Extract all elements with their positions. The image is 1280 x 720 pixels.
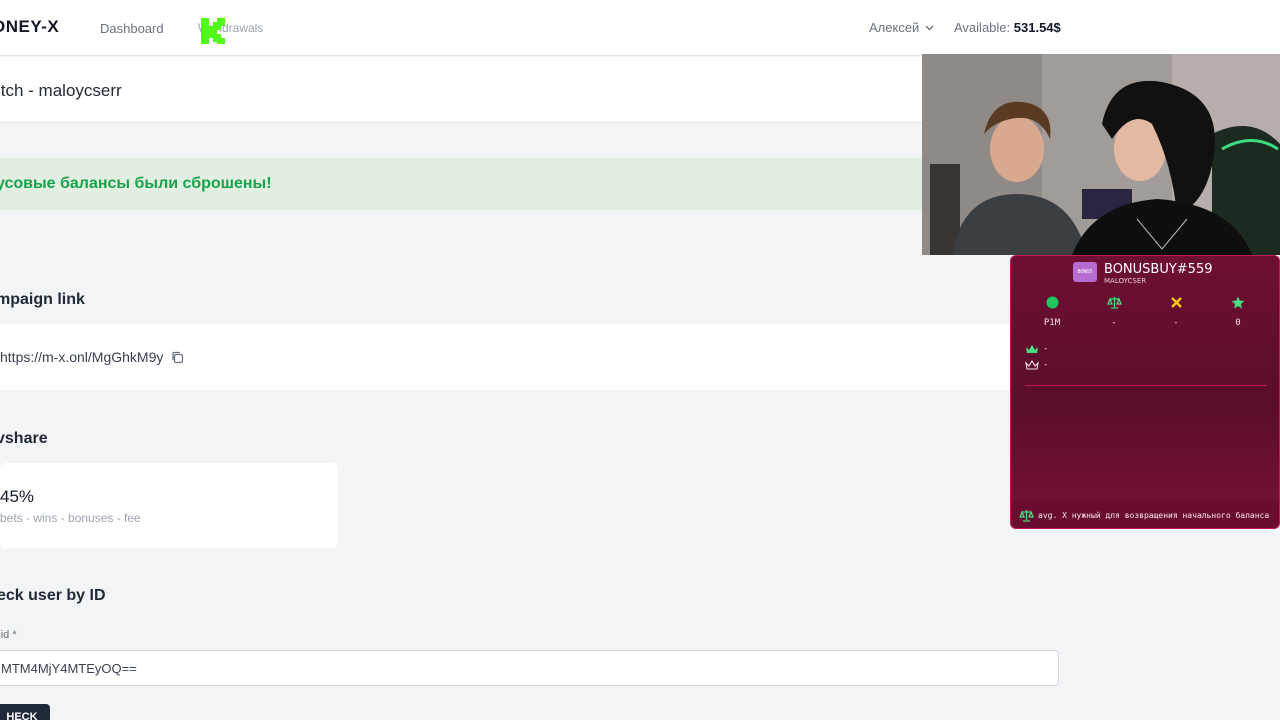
kick-logo-overlay-icon [201,18,225,44]
widget-stats: P1M - - 0 [1011,294,1279,328]
stat-star: 0 [1218,294,1258,328]
page-header: itch - maloycserr [0,57,922,123]
alert-message: усовые балансы были сброшены! [0,175,272,192]
campaign-link-url[interactable]: https://m-x.onl/MgGhkM9y [0,349,163,365]
worst-row: - [1025,357,1048,373]
campaign-link-card: https://m-x.onl/MgGhkM9y [0,324,1010,390]
available-label: Available: [954,20,1011,35]
stat-balance: - [1094,294,1134,328]
bonus-buy-widget: BONUS BONUSBUY#559 MALOYCSER P1M - - 0 -… [1010,255,1280,529]
user-name: Алексей [869,20,920,35]
widget-rows: - - [1025,341,1048,373]
stat-balance-value: - [1111,318,1117,328]
crown-white-icon [1025,359,1039,370]
success-alert: усовые балансы были сброшены! [0,158,922,210]
check-button[interactable]: HECK [0,704,50,720]
available-value: 531.54$ [1013,20,1061,35]
worst-value: - [1043,360,1049,370]
best-row: - [1025,341,1048,357]
balance-scale-icon [1106,297,1122,309]
revshare-percent: 45% [0,487,35,506]
copy-icon[interactable] [171,351,184,364]
check-user-title: eck user by ID [0,587,106,604]
webcam-overlay [922,54,1280,255]
user-id-input[interactable] [0,650,1059,686]
balance-scale-icon [1019,509,1034,522]
widget-subtitle: MALOYCSER [1104,277,1147,285]
stat-status: P1M [1032,294,1072,328]
stat-multiplier-value: - [1173,318,1179,328]
available-balance: Available: 531.54$ [954,20,1061,35]
widget-divider [1025,385,1267,386]
user-id-label: r id * [0,629,17,641]
brand-logo[interactable]: ONEY-X [0,17,59,37]
webcam-scene-image [922,54,1280,255]
x-mark-icon [1170,297,1182,308]
green-dot-icon [1046,296,1058,309]
campaign-link-title: mpaign link [0,291,85,308]
widget-footer-text: avg. X нужный для возвращения начального… [1038,510,1270,520]
stat-star-value: 0 [1235,318,1241,328]
best-value: - [1043,344,1049,354]
chevron-down-icon [925,25,934,30]
stat-status-value: P1M [1043,318,1061,328]
stat-multiplier: - [1156,294,1196,328]
bonus-gift-icon: BONUS [1073,262,1097,282]
star-icon [1231,296,1245,309]
campaign-link-row: https://m-x.onl/MgGhkM9y [0,349,184,365]
top-navbar: ONEY-X Dashboard Withdrawals Алексей Ava… [0,0,1280,56]
revshare-card: 45% bets - wins - bonuses - fee [0,463,338,548]
widget-footer: avg. X нужный для возвращения начального… [1011,500,1279,528]
widget-header: BONUS BONUSBUY#559 MALOYCSER [1011,256,1279,290]
nav-dashboard-link[interactable]: Dashboard [100,21,164,36]
revshare-formula: bets - wins - bonuses - fee [0,511,141,525]
revshare-title: vshare [0,430,48,447]
user-menu[interactable]: Алексей [869,20,934,35]
crown-green-icon [1026,344,1038,353]
page-title: itch - maloycserr [0,81,122,100]
widget-title: BONUSBUY#559 [1104,262,1213,277]
